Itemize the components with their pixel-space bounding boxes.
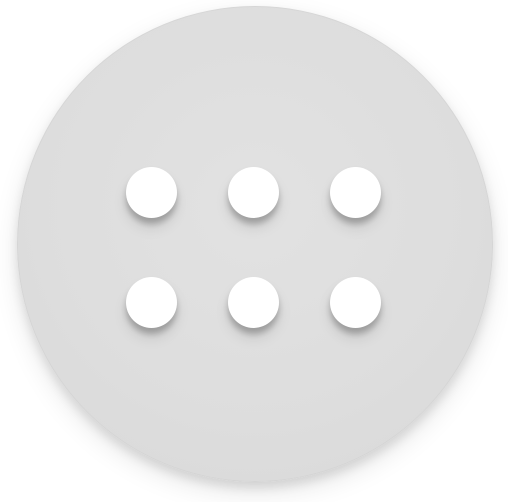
grid-dot xyxy=(228,277,279,328)
app-launcher-button[interactable] xyxy=(17,6,493,482)
app-grid-icon xyxy=(17,6,493,482)
grid-dot xyxy=(330,167,381,218)
grid-dot xyxy=(126,167,177,218)
stage xyxy=(0,0,508,502)
grid-dot xyxy=(126,277,177,328)
grid-dot xyxy=(330,277,381,328)
grid-dot xyxy=(228,167,279,218)
